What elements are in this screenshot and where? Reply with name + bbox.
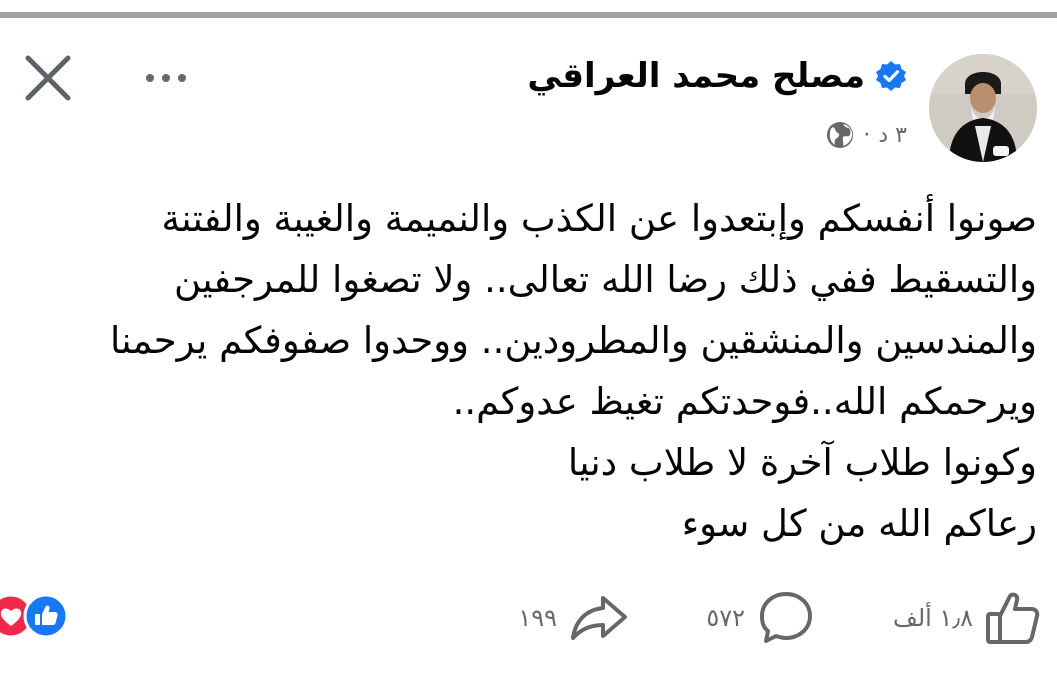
share-button[interactable]: ١٩٩ [518,585,629,651]
shares-count: ١٩٩ [518,604,557,632]
verified-icon [876,61,906,91]
post-line: ويرحمكم الله..فوحدتكم تغيظ عدوكم.. [452,380,1037,423]
more-icon [146,74,154,82]
post-text[interactable]: صونوا أنفسكم وإبتعدوا عن الكذب والنميمة … [57,188,1037,568]
more-options-button[interactable] [136,58,196,98]
post-time[interactable]: ٣ د [878,123,907,148]
meta-separator: · [863,122,871,148]
author-avatar[interactable] [929,54,1037,162]
author-name[interactable]: مصلح محمد العراقي [527,56,865,96]
post-meta: ٣ د · [825,120,907,150]
post-header: مصلح محمد العراقي ٣ د · [0,40,1057,170]
post-line: وكونوا طلاب آخرة لا طلاب دنيا [567,441,1037,484]
likes-count: ١٫٨ ألف [892,604,973,632]
post-actions-bar: ١٩٩ ٥٧٢ ١٫٨ ألف [0,585,1057,655]
close-button[interactable] [22,52,74,104]
comments-count: ٥٧٢ [706,604,745,632]
post-line: رعاكم الله من كل سوء [681,502,1037,545]
comment-button[interactable]: ٥٧٢ [706,585,815,651]
like-button[interactable]: ١٫٨ ألف [893,585,1041,651]
like-icon [986,592,1040,644]
globe-icon[interactable] [825,120,855,150]
avatar-image [929,54,1037,162]
post-line: والمندسين والمنشقين والمطرودين.. ووحدوا … [109,319,1037,362]
post-line: والتسقيط ففي ذلك رضا الله تعالى.. ولا تص… [174,258,1037,301]
reaction-summary[interactable] [0,593,88,639]
author-block[interactable]: مصلح محمد العراقي [527,56,907,96]
comment-icon [760,592,812,643]
share-icon [571,596,627,640]
like-reaction-icon [23,593,69,639]
top-drag-handle[interactable] [0,12,1057,18]
close-icon [25,55,71,101]
post-line: صونوا أنفسكم وإبتعدوا عن الكذب والنميمة … [161,197,1037,240]
